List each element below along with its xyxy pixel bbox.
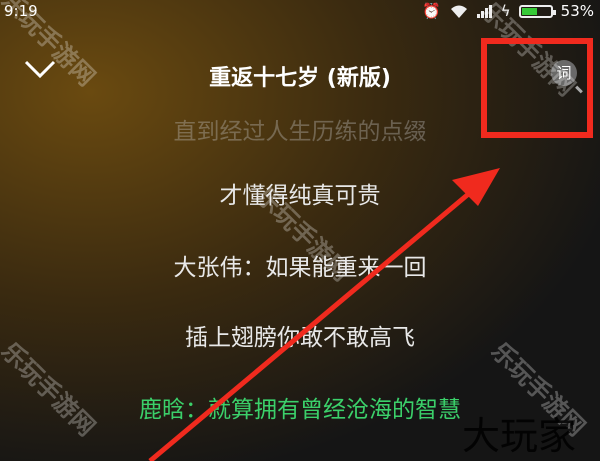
brand-watermark: 大玩家 [462,414,577,458]
player-screen: 9:19 ⏰ ϟ 53% 重返十七岁 (新版) 词 直到经过人生历练的点缀 才懂… [0,0,600,461]
annotation-arrow [148,168,500,461]
